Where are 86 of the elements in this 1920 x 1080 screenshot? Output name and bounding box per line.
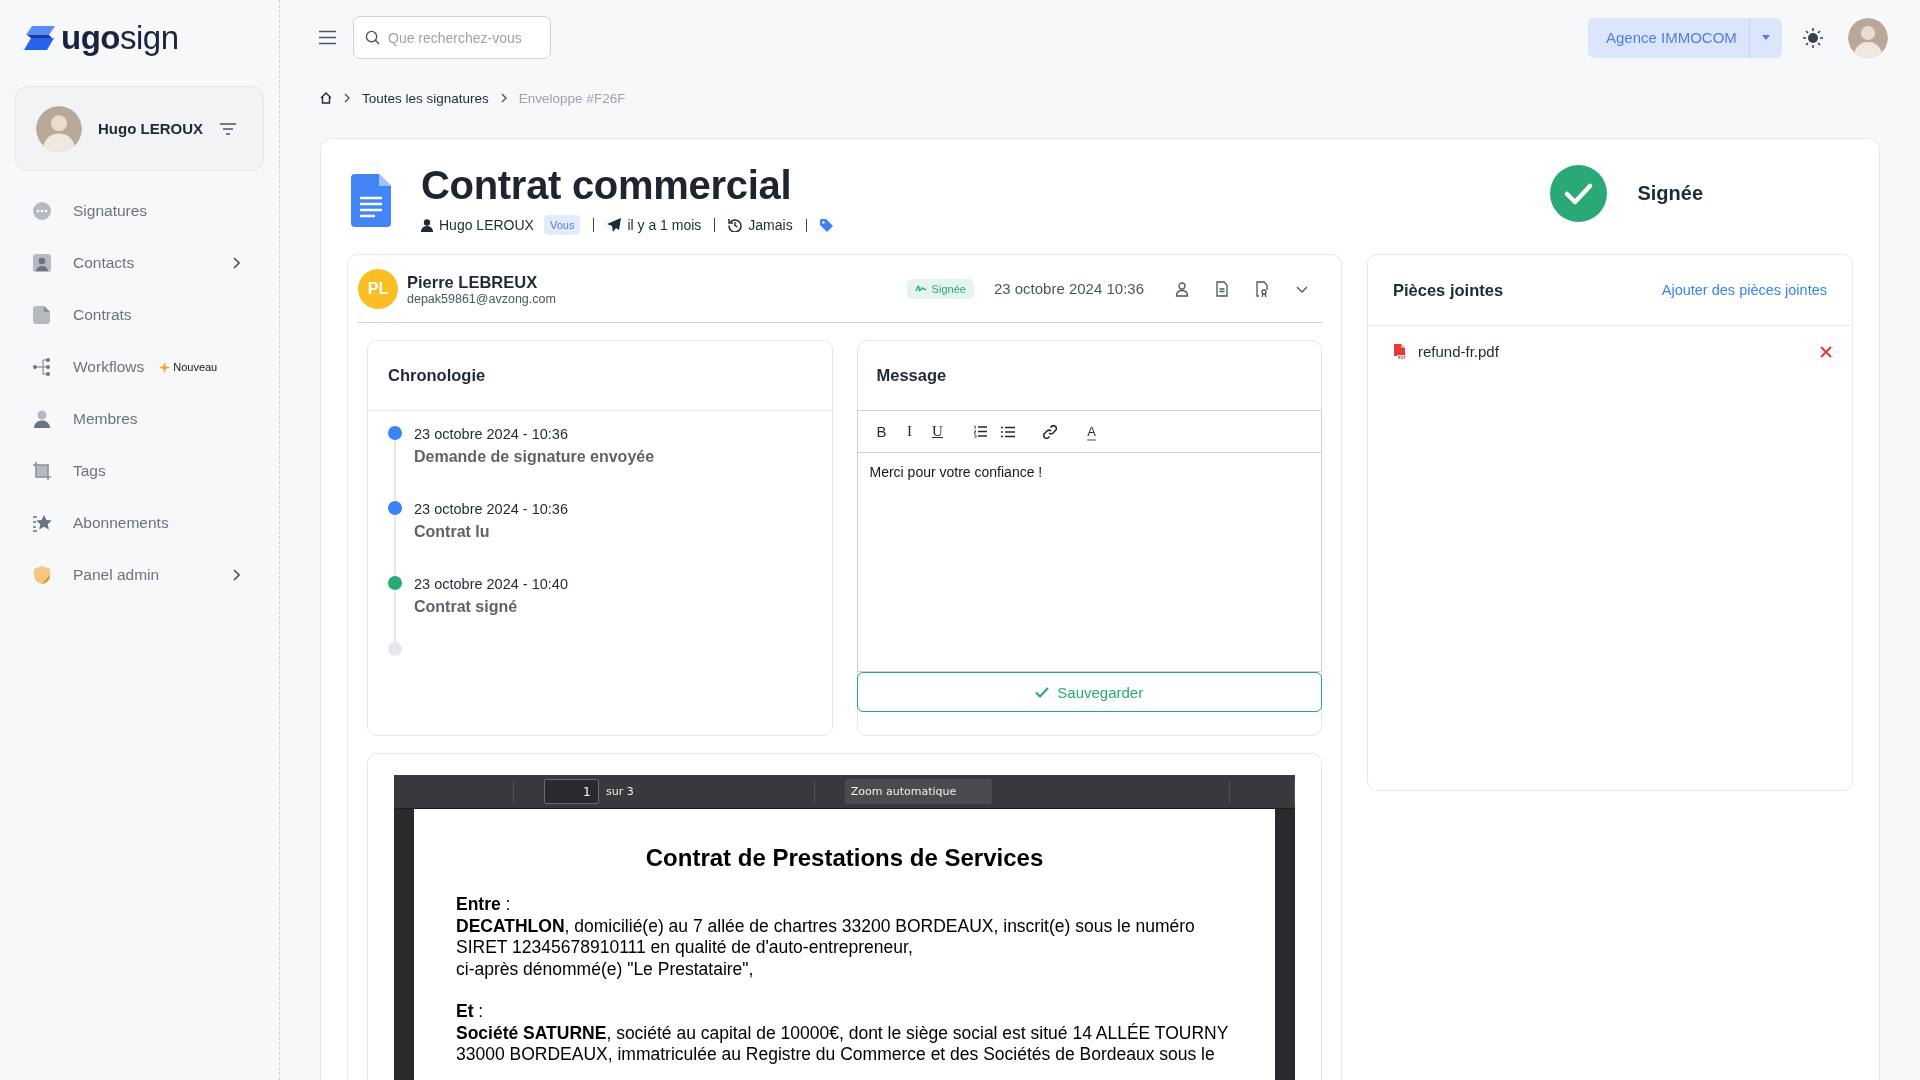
document-icon[interactable] [1214,280,1230,297]
event-label: Contrat lu [414,523,491,541]
sparkle-icon [159,361,171,373]
chevron-right-icon [232,569,240,581]
bullet-list-icon [1000,425,1015,438]
chevron-right-icon [344,93,350,103]
crop-icon [32,461,52,481]
contact-card-icon [32,253,52,273]
person-icon [421,218,433,232]
caret-icon [1762,35,1770,40]
user-name: Hugo LEROUX [98,120,203,137]
new-label: Nouveau [173,361,218,373]
section-label: Entre : [456,894,512,916]
check-icon [1035,686,1050,698]
menu-icon[interactable] [318,30,337,45]
dots-circle-icon [32,201,52,221]
user-card[interactable]: Hugo LEROUX [15,86,264,171]
signed-date: 23 octobre 2024 10:36 [993,280,1144,297]
message-editor[interactable]: Merci pour votre confiance ! [857,453,1321,671]
card-title: Pièces jointes [1393,280,1504,300]
logo-icon [24,26,56,50]
event-date: 23 octobre 2024 - 10:36 [414,426,569,442]
history-icon [728,218,743,232]
signer-email: depak59861@avzong.com [407,291,556,306]
tag-icon[interactable] [819,218,833,232]
zoom-select[interactable]: Zoom automatique [844,779,992,804]
event-label: Demande de signature envoyée [414,448,655,466]
page-number-field[interactable]: 1 [544,779,599,804]
person-icon[interactable] [1174,280,1190,297]
filter-icon[interactable] [219,121,237,136]
tree-icon [32,357,52,377]
sun-icon[interactable] [1802,26,1824,49]
chevron-right-icon [232,257,240,269]
text-color-button[interactable]: A [1077,417,1106,446]
sidebar-item[interactable]: Abonnements [15,497,264,549]
status-text: Signée [931,282,966,295]
person-icon [32,409,52,429]
home-icon[interactable] [320,92,332,104]
sidebar-item[interactable]: Membres [15,393,264,445]
event-label: Contrat signé [414,598,519,616]
link-icon [1042,424,1057,439]
document-title: Contrat commercial [421,162,793,209]
sidebar-item[interactable]: Contrats [15,289,264,341]
document-paragraph: ci-après dénommé(e) "Le Prestataire", [456,958,755,980]
reminder-label: Jamais [748,218,793,232]
signature-icon [914,284,927,293]
remove-button[interactable] [1820,345,1832,358]
search-field[interactable]: Que recherchez-vous [353,16,551,59]
shield-icon [32,565,52,585]
sidebar-item[interactable]: Panel admin [15,549,264,601]
avatar [36,105,82,152]
chevron-right-icon [500,93,507,103]
owner-badge: Vous [543,215,581,235]
document-icon [351,174,391,227]
event-date: 23 octobre 2024 - 10:36 [414,501,568,517]
add-attachments-link[interactable]: Ajouter des pièces jointes [1661,282,1827,298]
document-icon [32,305,52,325]
numbered-list-icon [972,425,987,438]
logo-text: ugosign [61,18,179,58]
section-label: Et : [456,1001,485,1023]
sidebar-item[interactable]: Signatures [15,185,264,237]
send-icon [607,218,622,232]
italic-button[interactable]: I [895,417,924,446]
sidebar-item[interactable]: Workflows Nouveau [15,341,264,393]
close-icon [1820,345,1832,358]
star-icon [32,513,52,533]
status-label: Signée [1637,182,1703,205]
sent-time: il y a 1 mois [627,218,702,232]
avatar [1848,17,1888,58]
card-title: Message [875,365,948,386]
document-heading: Contrat de Prestations de Services [644,843,1045,873]
initials-avatar: PL [358,268,398,309]
file-name[interactable]: refund-fr.pdf [1418,343,1499,360]
breadcrumb-link[interactable]: Toutes les signatures [362,90,489,106]
owner-name: Hugo LEROUX [439,218,534,232]
underline-button[interactable]: U [923,417,952,446]
card-title: Chronologie [368,341,832,411]
pdf-file-icon [1393,343,1407,360]
bold-button[interactable]: B [867,417,896,446]
page-count: sur 3 [606,785,634,798]
event-date: 23 octobre 2024 - 10:40 [414,576,568,592]
certificate-icon[interactable] [1254,280,1270,297]
sidebar-item[interactable]: Tags [15,445,264,497]
signer-name: Pierre LEBREUX [407,271,539,292]
sidebar-item[interactable]: Contacts [15,237,264,289]
document-paragraph: Société SATURNE, société au capital de 10000€, dont le siège social est situé 14 ALLÉE TOURNY 33000 BORDEAUX, immatriculée au Registre du Commerce et des Sociétés de Bordeaux sous le [456,1022,1230,1066]
